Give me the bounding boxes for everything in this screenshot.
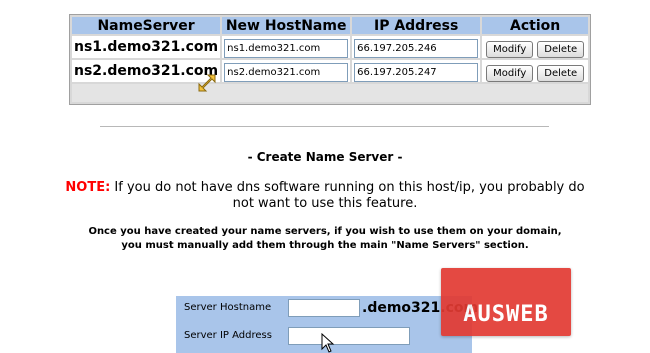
modify-button[interactable]: Modify <box>486 40 534 58</box>
ausweb-logo: AUSWEB <box>441 268 571 336</box>
note-paragraph: NOTE: If you do not have dns software ru… <box>60 180 590 212</box>
header-nameserver: NameServer <box>72 17 221 34</box>
ip-input[interactable] <box>354 39 479 58</box>
header-action: Action <box>482 17 589 34</box>
note-text: If you do not have dns software running … <box>110 180 585 211</box>
action-cell: Modify Delete <box>482 36 589 58</box>
table-header-row: NameServer New HostName IP Address Actio… <box>72 17 589 34</box>
delete-button[interactable]: Delete <box>537 40 585 58</box>
resize-cursor-icon <box>198 74 216 92</box>
hostname-cell <box>222 60 351 82</box>
table-footer <box>72 84 589 102</box>
table-footer-row <box>72 84 589 102</box>
table-row: ns1.demo321.com ModifyDelete <box>72 36 589 58</box>
server-hostname-label: Server Hostname <box>184 302 272 313</box>
nameserver-name: ns1.demo321.com <box>72 36 221 58</box>
hostname-cell <box>222 36 351 58</box>
ip-input[interactable] <box>354 63 479 82</box>
server-ip-label: Server IP Address <box>184 330 272 341</box>
header-ip-address: IP Address <box>352 17 481 34</box>
hostname-input[interactable] <box>224 63 349 82</box>
ip-cell <box>352 60 481 82</box>
action-cell: Modify Delete <box>482 60 589 82</box>
divider <box>100 126 549 127</box>
logo-text: AUSWEB <box>463 302 549 327</box>
server-hostname-input[interactable] <box>288 299 360 317</box>
section-title: - Create Name Server - <box>247 150 403 164</box>
nameserver-table: NameServer New HostName IP Address Actio… <box>69 14 592 105</box>
page: NameServer New HostName IP Address Actio… <box>0 0 650 353</box>
table-row: ns2.demo321.com ModifyDelete <box>72 60 589 82</box>
note-label: NOTE: <box>65 180 111 195</box>
modify-button[interactable]: Modify <box>486 64 534 82</box>
hostname-row: Server Hostname .demo321.com <box>176 297 478 319</box>
arrow-cursor-icon <box>321 333 335 353</box>
hostname-input[interactable] <box>224 39 349 58</box>
header-new-hostname: New HostName <box>222 17 351 34</box>
info-paragraph: Once you have created your name servers,… <box>88 226 562 251</box>
server-ip-input[interactable] <box>288 327 410 345</box>
delete-button[interactable]: Delete <box>537 64 585 82</box>
ip-cell <box>352 36 481 58</box>
